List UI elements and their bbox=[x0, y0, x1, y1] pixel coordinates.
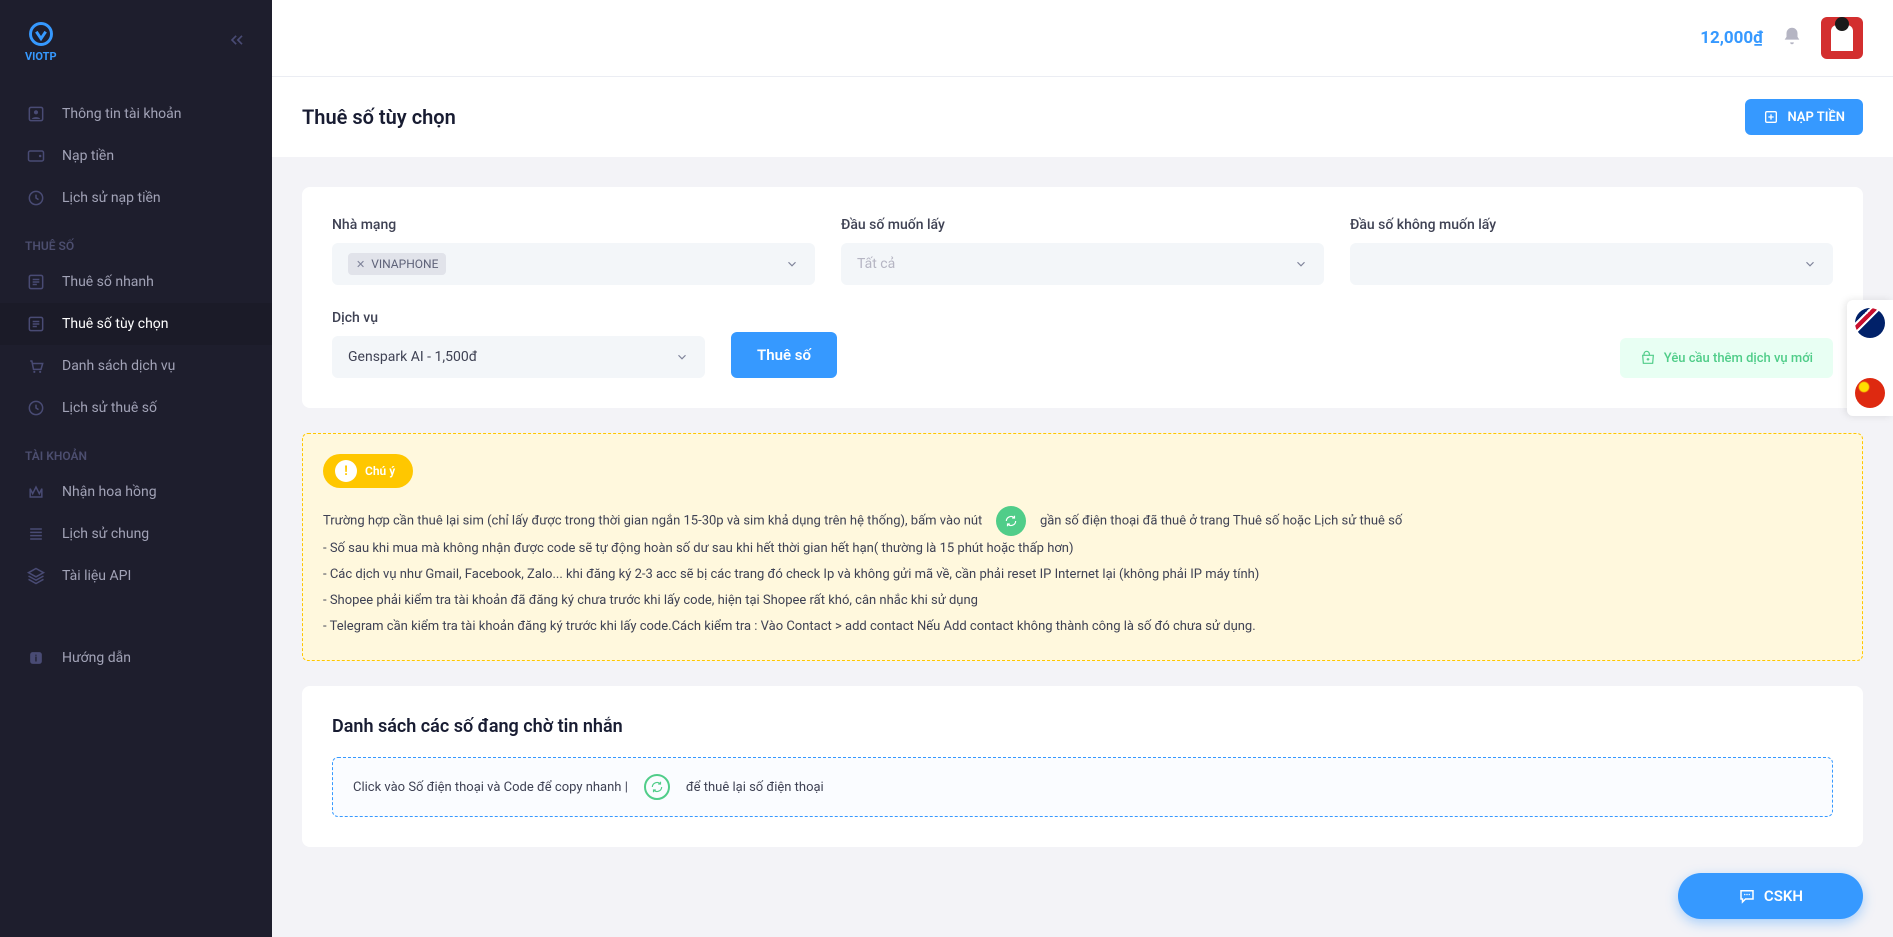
cart-icon bbox=[25, 355, 47, 377]
service-value: Genspark AI - 1,500đ bbox=[348, 349, 477, 365]
prefix-want-select[interactable]: Tất cả bbox=[841, 243, 1324, 285]
notification-bell[interactable] bbox=[1781, 25, 1803, 51]
info-icon: i bbox=[25, 647, 47, 669]
deposit-button-label: NẠP TIỀN bbox=[1787, 110, 1845, 125]
prefix-want-label: Đầu số muốn lấy bbox=[841, 217, 1324, 233]
sidebar-item-service-list[interactable]: Danh sách dịch vụ bbox=[0, 345, 272, 387]
sidebar-item-deposit-history[interactable]: Lịch sử nạp tiền bbox=[0, 177, 272, 219]
sidebar-item-label: Thuê số nhanh bbox=[62, 274, 154, 290]
logo-text: VIOTP bbox=[25, 50, 57, 63]
service-label: Dịch vụ bbox=[332, 310, 705, 326]
carrier-select[interactable]: ✕ VINAPHONE bbox=[332, 243, 815, 285]
list-icon bbox=[25, 271, 47, 293]
logo[interactable]: VIOTP bbox=[25, 20, 57, 63]
request-service-label: Yêu cầu thêm dịch vụ mới bbox=[1664, 351, 1813, 366]
notice-box: ! Chú ý Trường hợp cần thuê lại sim (chỉ… bbox=[302, 433, 1863, 661]
rent-number-button[interactable]: Thuê số bbox=[731, 332, 837, 378]
chevron-left-double-icon bbox=[227, 30, 247, 50]
notice-badge: ! Chú ý bbox=[323, 454, 413, 488]
logo-icon bbox=[27, 20, 55, 48]
sidebar-item-account-info[interactable]: Thông tin tài khoản bbox=[0, 93, 272, 135]
bell-icon bbox=[1781, 25, 1803, 47]
chat-icon bbox=[1738, 887, 1756, 905]
lang-english[interactable] bbox=[1855, 308, 1885, 338]
avatar-icon bbox=[1831, 25, 1853, 51]
plus-box-icon bbox=[1763, 109, 1779, 125]
bag-plus-icon bbox=[1640, 350, 1656, 366]
user-avatar[interactable] bbox=[1821, 17, 1863, 59]
list-icon bbox=[25, 523, 47, 545]
waiting-card: Danh sách các số đang chờ tin nhắn Click… bbox=[302, 686, 1863, 847]
page-title: Thuê số tùy chọn bbox=[302, 105, 456, 129]
tip-box: Click vào Số điện thoại và Code để copy … bbox=[332, 757, 1833, 817]
main-area: 12,000₫ Thuê số tùy chọn NẠP TIỀN Nhà mạ… bbox=[272, 0, 1893, 937]
crown-icon bbox=[25, 481, 47, 503]
chevron-down-icon bbox=[675, 350, 689, 364]
sidebar-item-label: Thông tin tài khoản bbox=[62, 106, 182, 122]
support-chat-label: CSKH bbox=[1764, 887, 1803, 905]
sidebar-section-account: TÀI KHOẢN bbox=[0, 429, 272, 471]
sidebar-item-api-docs[interactable]: Tài liệu API bbox=[0, 555, 272, 597]
sidebar-item-quick-rent[interactable]: Thuê số nhanh bbox=[0, 261, 272, 303]
carrier-tag-label: VINAPHONE bbox=[371, 257, 438, 271]
layers-icon bbox=[25, 565, 47, 587]
clock-icon bbox=[25, 397, 47, 419]
filter-card: Nhà mạng ✕ VINAPHONE Đầu số muốn lấy Tất… bbox=[302, 187, 1863, 408]
sidebar-header: VIOTP bbox=[0, 0, 272, 83]
reload-icon bbox=[644, 774, 670, 800]
notice-text: Trường hợp cần thuê lại sim (chỉ lấy đượ… bbox=[323, 506, 1842, 640]
sidebar-item-label: Lịch sử nạp tiền bbox=[62, 190, 161, 206]
sidebar-item-label: Tài liệu API bbox=[62, 568, 131, 584]
sidebar-collapse-button[interactable] bbox=[227, 30, 247, 54]
prefix-exclude-select[interactable] bbox=[1350, 243, 1833, 285]
user-icon bbox=[25, 103, 47, 125]
balance-amount[interactable]: 12,000₫ bbox=[1700, 28, 1763, 48]
remove-tag-icon[interactable]: ✕ bbox=[356, 258, 365, 271]
support-chat-button[interactable]: CSKH bbox=[1678, 873, 1863, 919]
sidebar-item-commission[interactable]: Nhận hoa hồng bbox=[0, 471, 272, 513]
content: Nhà mạng ✕ VINAPHONE Đầu số muốn lấy Tất… bbox=[272, 157, 1893, 937]
chevron-down-icon bbox=[1294, 257, 1308, 271]
chevron-down-icon bbox=[1803, 257, 1817, 271]
request-service-button[interactable]: Yêu cầu thêm dịch vụ mới bbox=[1620, 338, 1833, 378]
sidebar: VIOTP Thông tin tài khoản Nạp tiền Lịch … bbox=[0, 0, 272, 937]
page-header: Thuê số tùy chọn NẠP TIỀN bbox=[272, 76, 1893, 157]
sidebar-menu: Thông tin tài khoản Nạp tiền Lịch sử nạp… bbox=[0, 83, 272, 689]
sidebar-item-label: Lịch sử chung bbox=[62, 526, 149, 542]
sidebar-item-label: Thuê số tùy chọn bbox=[62, 316, 169, 332]
language-switcher bbox=[1847, 300, 1893, 416]
sidebar-section-rent: THUÊ SỐ bbox=[0, 219, 272, 261]
carrier-label: Nhà mạng bbox=[332, 217, 815, 233]
service-select[interactable]: Genspark AI - 1,500đ bbox=[332, 336, 705, 378]
lang-chinese[interactable] bbox=[1855, 378, 1885, 408]
sidebar-item-label: Danh sách dịch vụ bbox=[62, 358, 175, 374]
chevron-down-icon bbox=[785, 257, 799, 271]
warning-icon: ! bbox=[335, 460, 357, 482]
svg-text:i: i bbox=[35, 654, 37, 664]
topbar: 12,000₫ bbox=[272, 0, 1893, 76]
clock-icon bbox=[25, 187, 47, 209]
sidebar-item-general-history[interactable]: Lịch sử chung bbox=[0, 513, 272, 555]
list-icon bbox=[25, 313, 47, 335]
waiting-title: Danh sách các số đang chờ tin nhắn bbox=[332, 716, 1833, 737]
sidebar-item-deposit[interactable]: Nạp tiền bbox=[0, 135, 272, 177]
sidebar-item-label: Lịch sử thuê số bbox=[62, 400, 157, 416]
carrier-tag: ✕ VINAPHONE bbox=[348, 253, 446, 275]
sidebar-item-guide[interactable]: i Hướng dẫn bbox=[0, 637, 272, 679]
sidebar-item-label: Hướng dẫn bbox=[62, 650, 131, 666]
sidebar-item-label: Nhận hoa hồng bbox=[62, 484, 157, 500]
prefix-exclude-label: Đầu số không muốn lấy bbox=[1350, 217, 1833, 233]
sidebar-item-label: Nạp tiền bbox=[62, 148, 114, 164]
prefix-want-placeholder: Tất cả bbox=[857, 256, 895, 272]
sidebar-item-custom-rent[interactable]: Thuê số tùy chọn bbox=[0, 303, 272, 345]
wallet-icon bbox=[25, 145, 47, 167]
rent-number-label: Thuê số bbox=[757, 346, 811, 364]
sidebar-item-rent-history[interactable]: Lịch sử thuê số bbox=[0, 387, 272, 429]
notice-badge-text: Chú ý bbox=[365, 464, 395, 478]
reload-inline-icon bbox=[996, 506, 1026, 536]
deposit-button[interactable]: NẠP TIỀN bbox=[1745, 99, 1863, 135]
